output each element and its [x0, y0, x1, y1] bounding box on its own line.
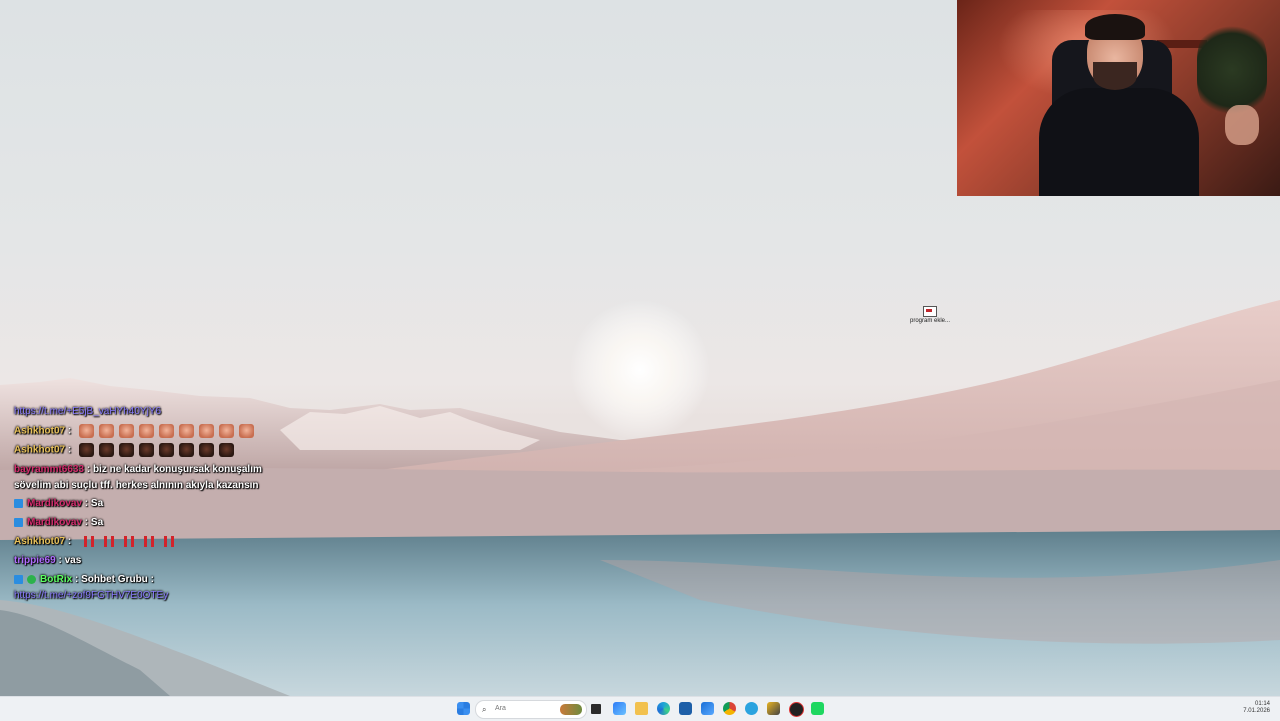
file-explorer-icon[interactable]	[635, 702, 648, 715]
emote-icon	[144, 536, 155, 547]
search-highlight-icon	[560, 704, 582, 715]
start-icon[interactable]	[457, 702, 470, 715]
chat-link[interactable]: https://t.me/+E5jB_vaHYh40YjY6	[14, 406, 161, 417]
chat-text: vas	[64, 555, 82, 566]
emote-icon	[119, 424, 135, 438]
emote-icon	[219, 424, 235, 438]
prime-badge-icon	[14, 517, 23, 527]
emote-icon	[119, 443, 135, 457]
spotify-icon[interactable]	[811, 702, 824, 715]
store-icon[interactable]	[679, 702, 692, 715]
chat-message: Ashkhot07 :	[14, 424, 255, 438]
chat-username[interactable]: Ashkhot07	[14, 426, 65, 437]
chat-message: https://t.me/+E5jB_vaHYh40YjY6	[14, 406, 161, 417]
emote-icon	[219, 443, 235, 457]
chat-text: biz ne kadar konuşursak konuşalım	[92, 464, 262, 475]
emote-icon	[179, 424, 195, 438]
emote-icon	[164, 536, 175, 547]
clock-time: 01:14	[1254, 701, 1270, 707]
edge-icon[interactable]	[657, 702, 670, 715]
chat-username[interactable]: Ashkhot07	[14, 536, 65, 547]
clock-date: 7.01.2026	[1243, 708, 1270, 714]
bot-badge-icon	[27, 574, 36, 584]
chat-username[interactable]: trippie69	[14, 555, 56, 566]
emote-icon	[124, 536, 135, 547]
chat-message-continuation: https://t.me/+zof9FGTHV7E0OTEy	[14, 590, 168, 601]
emote-icon	[99, 424, 115, 438]
obs-icon[interactable]	[789, 702, 804, 717]
chat-username[interactable]: BotRix	[40, 574, 72, 585]
emote-icon	[79, 424, 95, 438]
chat-text: sövelim abi suçlu tff. herkes alnının ak…	[14, 480, 259, 491]
webcam-plant	[1197, 20, 1267, 120]
webcam-overlay	[957, 0, 1280, 196]
prime-badge-icon	[14, 498, 23, 508]
telegram-icon[interactable]	[745, 702, 758, 715]
chat-username[interactable]: Ashkhot07	[14, 445, 65, 456]
taskbar-search-box[interactable]: ⌕ Ara	[475, 700, 587, 719]
shortcut-icon	[923, 306, 937, 317]
taskbar-clock[interactable]: 01:14 7.01.2026	[1243, 701, 1270, 715]
chat-text: Sohbet Grubu :	[81, 574, 154, 585]
chat-message-continuation: sövelim abi suçlu tff. herkes alnının ak…	[14, 480, 259, 491]
chat-message: Mardikovav : Sa	[14, 498, 103, 509]
emote-icon	[79, 443, 95, 457]
search-icon: ⌕	[482, 705, 487, 714]
webcam-streamer-beard	[1093, 62, 1137, 90]
emote-icon	[159, 443, 175, 457]
chat-message: Mardikovav : Sa	[14, 517, 103, 528]
emote-icon	[179, 443, 195, 457]
emote-icon	[104, 536, 115, 547]
task-view-icon[interactable]	[591, 704, 601, 714]
chat-text: Sa	[90, 498, 104, 509]
emote-icon	[199, 424, 215, 438]
chat-message: Ashkhot07 :	[14, 443, 235, 457]
search-placeholder: Ara	[495, 705, 506, 712]
desktop-shortcut-label: program ekle...	[910, 318, 951, 324]
prime-badge-icon	[14, 574, 23, 584]
emote-icon	[139, 443, 155, 457]
chat-message: Ashkhot07 :	[14, 536, 175, 547]
mail-icon[interactable]	[701, 702, 714, 715]
chat-link[interactable]: https://t.me/+zof9FGTHV7E0OTEy	[14, 590, 168, 601]
chat-username[interactable]: Mardikovav	[27, 498, 82, 509]
emote-icon	[84, 536, 95, 547]
widgets-icon[interactable]	[613, 702, 626, 715]
taskbar: ⌕ Ara 01:14 7.01.2026	[0, 696, 1280, 721]
chat-text: Sa	[90, 517, 104, 528]
chat-username[interactable]: bayrammt6633	[14, 464, 84, 475]
emote-icon	[139, 424, 155, 438]
chat-username[interactable]: Mardikovav	[27, 517, 82, 528]
emote-icon	[239, 424, 255, 438]
emote-icon	[159, 424, 175, 438]
chat-message: BotRix : Sohbet Grubu :	[14, 574, 154, 585]
webcam-streamer-hair	[1085, 14, 1145, 40]
winamp-icon[interactable]	[767, 702, 780, 715]
emote-icon	[199, 443, 215, 457]
chat-message: bayrammt6633 : biz ne kadar konuşursak k…	[14, 464, 262, 475]
chat-message: trippie69 : vas	[14, 555, 82, 566]
emote-icon	[99, 443, 115, 457]
webcam-streamer-body	[1039, 88, 1199, 196]
desktop-shortcut[interactable]: program ekle...	[910, 306, 950, 330]
webcam-streamer-hand	[1225, 105, 1259, 145]
chrome-icon[interactable]	[723, 702, 736, 715]
